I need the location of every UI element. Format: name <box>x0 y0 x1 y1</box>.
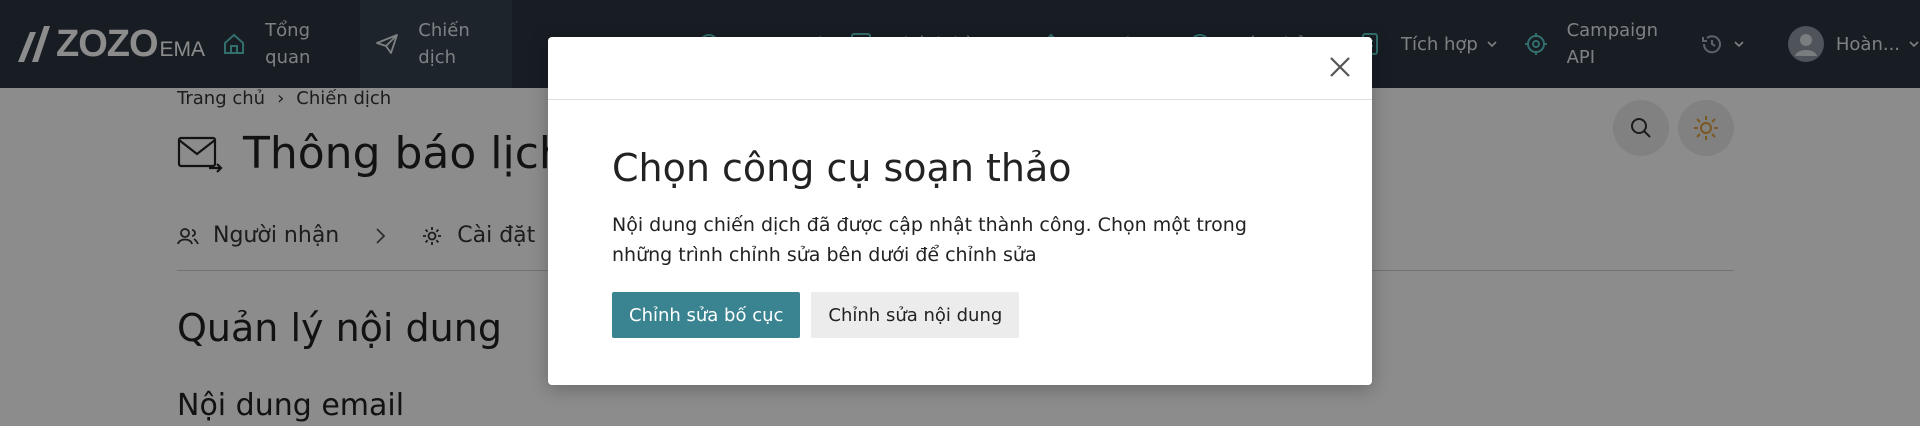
modal-message: Nội dung chiến dịch đã được cập nhật thà… <box>612 214 1247 266</box>
modal-header <box>548 37 1372 100</box>
modal-body: Chọn công cụ soạn thảo Nội dung chiến dị… <box>548 100 1372 338</box>
modal-title: Chọn công cụ soạn thảo <box>612 146 1072 190</box>
edit-layout-button[interactable]: Chỉnh sửa bố cục <box>612 292 801 338</box>
editor-choice-modal: Chọn công cụ soạn thảo Nội dung chiến dị… <box>548 37 1372 385</box>
modal-actions: Chỉnh sửa bố cục Chỉnh sửa nội dung <box>612 292 1308 338</box>
close-icon[interactable] <box>1326 53 1354 81</box>
edit-content-button[interactable]: Chỉnh sửa nội dung <box>811 292 1020 338</box>
